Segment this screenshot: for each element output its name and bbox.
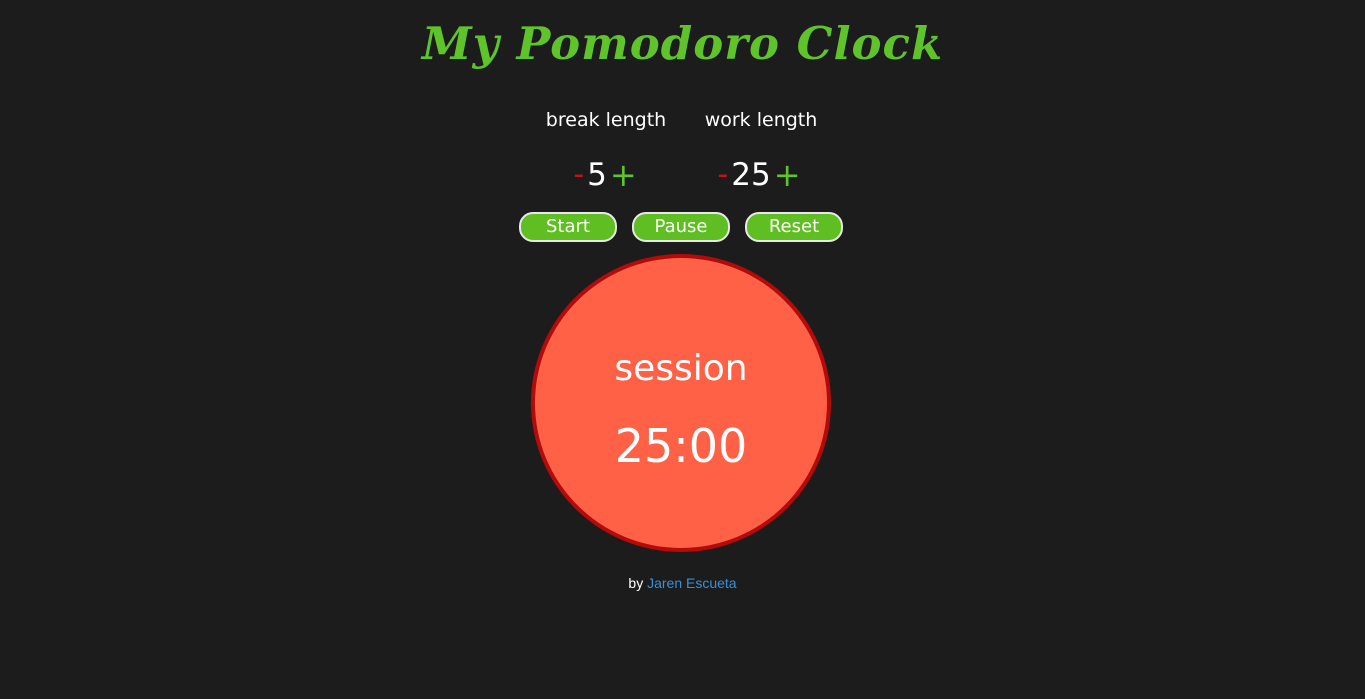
timer-circle[interactable]: session 25:00 (531, 254, 831, 552)
break-length-label: break length (545, 109, 667, 131)
credit-prefix: by (628, 575, 644, 591)
pause-button[interactable]: Pause (632, 212, 730, 242)
work-increment-button[interactable]: + (774, 155, 801, 195)
break-increment-button[interactable]: + (610, 155, 637, 195)
break-decrement-button[interactable]: - (573, 155, 584, 195)
pomodoro-page: My Pomodoro Clock break length work leng… (0, 0, 1365, 699)
break-length-stepper: - 5 + (560, 155, 650, 195)
timer-mode-label: session (614, 348, 748, 389)
work-length-value: 25 (731, 157, 771, 193)
work-decrement-button[interactable]: - (717, 155, 728, 195)
work-length-stepper: - 25 + (703, 155, 815, 195)
author-credit: by Jaren Escueta (0, 575, 1365, 591)
timer-countdown: 25:00 (614, 419, 748, 473)
page-title: My Pomodoro Clock (421, 17, 944, 70)
work-length-label: work length (704, 109, 818, 131)
author-link[interactable]: Jaren Escueta (647, 575, 737, 591)
start-button[interactable]: Start (519, 212, 617, 242)
break-length-value: 5 (587, 157, 607, 193)
reset-button[interactable]: Reset (745, 212, 843, 242)
